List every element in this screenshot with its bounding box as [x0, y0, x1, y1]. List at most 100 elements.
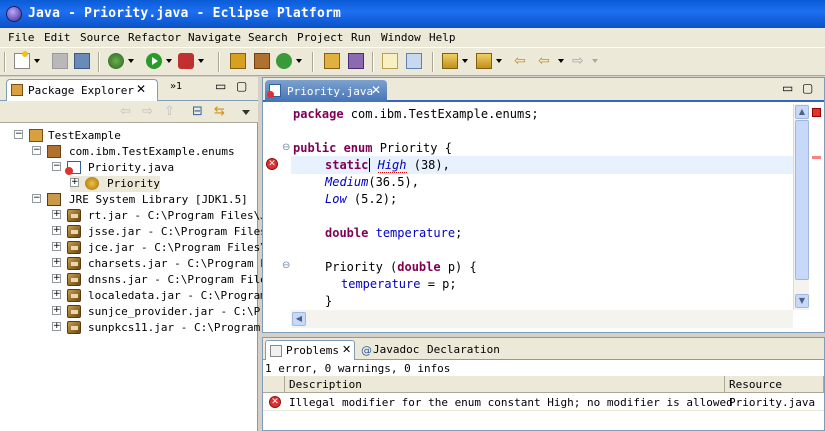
- expand-icon[interactable]: +: [52, 258, 61, 267]
- scroll-up-icon[interactable]: ▲: [795, 105, 809, 119]
- next-annotation-dropdown-icon[interactable]: [462, 59, 468, 63]
- table-row[interactable]: ✕ Illegal modifier for the enum constant…: [263, 394, 824, 411]
- tree-item-label: Priority: [107, 177, 160, 190]
- tree-item-label: sunjce_provider.jar - C:\Pro: [88, 305, 274, 318]
- forward-icon[interactable]: ⇨: [572, 53, 588, 69]
- expand-icon[interactable]: +: [52, 242, 61, 251]
- toolbar-separator: [312, 52, 314, 72]
- previous-annotation-dropdown-icon[interactable]: [496, 59, 502, 63]
- code-area[interactable]: package com.ibm.TestExample.enums; publi…: [291, 104, 793, 328]
- expand-icon[interactable]: +: [52, 306, 61, 315]
- menu-search[interactable]: Search: [248, 31, 288, 44]
- collapse-icon[interactable]: −: [32, 194, 41, 203]
- show-whitespace-icon[interactable]: [406, 53, 422, 69]
- up-icon[interactable]: ⇧: [164, 104, 175, 119]
- print-icon[interactable]: [74, 53, 90, 69]
- collapse-icon[interactable]: −: [14, 130, 23, 139]
- package-explorer-tab[interactable]: Package Explorer ✕: [6, 79, 158, 101]
- tree-item-label: Priority.java: [88, 161, 175, 174]
- new-class-icon[interactable]: [276, 53, 292, 69]
- maximize-icon[interactable]: ▢: [236, 79, 247, 93]
- expand-icon[interactable]: +: [52, 290, 61, 299]
- tab-javadoc[interactable]: @ Javadoc: [359, 340, 421, 360]
- editor-tab[interactable]: Priority.java ✕: [265, 80, 387, 102]
- external-tools-icon[interactable]: [178, 53, 194, 69]
- fold-icon[interactable]: ⊖: [282, 142, 290, 153]
- menu-project[interactable]: Project: [297, 31, 343, 44]
- code-line: Low (5.2);: [325, 192, 398, 206]
- window-title: Java - Priority.java - Eclipse Platform: [28, 6, 342, 21]
- expand-icon[interactable]: +: [70, 178, 79, 187]
- menu-navigate[interactable]: Navigate: [188, 31, 241, 44]
- menu-refactor[interactable]: Refactor: [128, 31, 181, 44]
- package-explorer-toolbar: ⇦ ⇨ ⇧ ⊟ ⇆: [0, 101, 258, 123]
- menu-edit[interactable]: Edit: [44, 31, 71, 44]
- back-dropdown-icon[interactable]: [558, 59, 564, 63]
- run-icon[interactable]: [146, 53, 162, 69]
- collapse-all-icon[interactable]: ⊟: [192, 104, 203, 119]
- column-header-description[interactable]: Description: [285, 376, 725, 393]
- external-tools-dropdown-icon[interactable]: [198, 59, 204, 63]
- fold-icon[interactable]: ⊖: [282, 260, 290, 271]
- close-icon[interactable]: ✕: [371, 83, 381, 97]
- menu-file[interactable]: File: [8, 31, 35, 44]
- run-dropdown-icon[interactable]: [166, 59, 172, 63]
- expand-icon[interactable]: +: [52, 226, 61, 235]
- expand-icon[interactable]: +: [52, 322, 61, 331]
- tab-problems[interactable]: Problems ✕: [265, 340, 355, 360]
- expand-icon[interactable]: +: [52, 210, 61, 219]
- open-type-icon[interactable]: [324, 53, 340, 69]
- view-menu-icon[interactable]: [242, 110, 250, 115]
- tree-item-label: jsse.jar - C:\Program Files\: [88, 225, 274, 238]
- column-header-icon[interactable]: [263, 376, 285, 393]
- menu-window[interactable]: Window: [381, 31, 421, 44]
- close-icon[interactable]: ✕: [342, 343, 351, 356]
- forward-icon[interactable]: ⇨: [142, 104, 153, 119]
- collapse-icon[interactable]: −: [32, 146, 41, 155]
- back-icon[interactable]: ⇦: [120, 104, 131, 119]
- forward-dropdown-icon[interactable]: [592, 59, 598, 63]
- error-marker-icon[interactable]: ✕: [266, 158, 278, 170]
- search-icon[interactable]: [348, 53, 364, 69]
- menu-run[interactable]: Run: [351, 31, 371, 44]
- tree-item-type[interactable]: + Priority: [70, 176, 160, 192]
- code-line: Priority (double p) {: [325, 260, 477, 274]
- next-annotation-icon[interactable]: [442, 53, 458, 69]
- new-class-dropdown-icon[interactable]: [296, 59, 302, 63]
- save-icon[interactable]: [52, 53, 68, 69]
- debug-icon[interactable]: [108, 53, 124, 69]
- new-dropdown-icon[interactable]: [34, 59, 40, 63]
- scroll-down-icon[interactable]: ▼: [795, 294, 809, 308]
- new-icon[interactable]: [14, 51, 30, 69]
- tree-item-label: JRE System Library [JDK1.5]: [69, 193, 248, 206]
- debug-dropdown-icon[interactable]: [128, 59, 134, 63]
- toggle-mark-occurrences-icon[interactable]: [382, 53, 398, 69]
- minimize-icon[interactable]: ▭: [215, 79, 226, 93]
- minimize-icon[interactable]: ▭: [782, 81, 793, 95]
- close-icon[interactable]: ✕: [136, 82, 146, 96]
- java-editor: Priority.java ✕ ▭ ▢ ✕ ⊖ ⊖ package com.ib…: [262, 77, 825, 333]
- package-explorer-tabbar: Package Explorer ✕ »1 ▭ ▢: [0, 77, 258, 101]
- jar-icon: [67, 209, 81, 222]
- column-header-resource[interactable]: Resource: [725, 376, 824, 393]
- new-java-project-icon[interactable]: [230, 53, 246, 69]
- link-with-editor-icon[interactable]: ⇆: [214, 104, 225, 119]
- expand-icon[interactable]: +: [52, 274, 61, 283]
- previous-annotation-icon[interactable]: [476, 53, 492, 69]
- overview-ruler: [809, 104, 824, 328]
- back-icon[interactable]: ⇦: [538, 53, 554, 69]
- view-overflow-button[interactable]: »1: [170, 81, 182, 92]
- menu-help[interactable]: Help: [429, 31, 456, 44]
- menu-source[interactable]: Source: [80, 31, 120, 44]
- error-marker[interactable]: [812, 156, 821, 159]
- last-edit-location-icon[interactable]: ⇦: [514, 53, 530, 69]
- maximize-icon[interactable]: ▢: [802, 81, 813, 95]
- new-package-icon[interactable]: [254, 53, 270, 69]
- error-summary-icon[interactable]: [812, 108, 821, 117]
- tab-declaration[interactable]: Declaration: [423, 340, 503, 360]
- horizontal-scrollbar[interactable]: ◀: [291, 310, 793, 328]
- scroll-thumb[interactable]: [795, 120, 809, 280]
- collapse-icon[interactable]: −: [52, 162, 61, 171]
- scroll-left-icon[interactable]: ◀: [292, 312, 306, 326]
- vertical-scrollbar[interactable]: ▲ ▼: [793, 104, 809, 310]
